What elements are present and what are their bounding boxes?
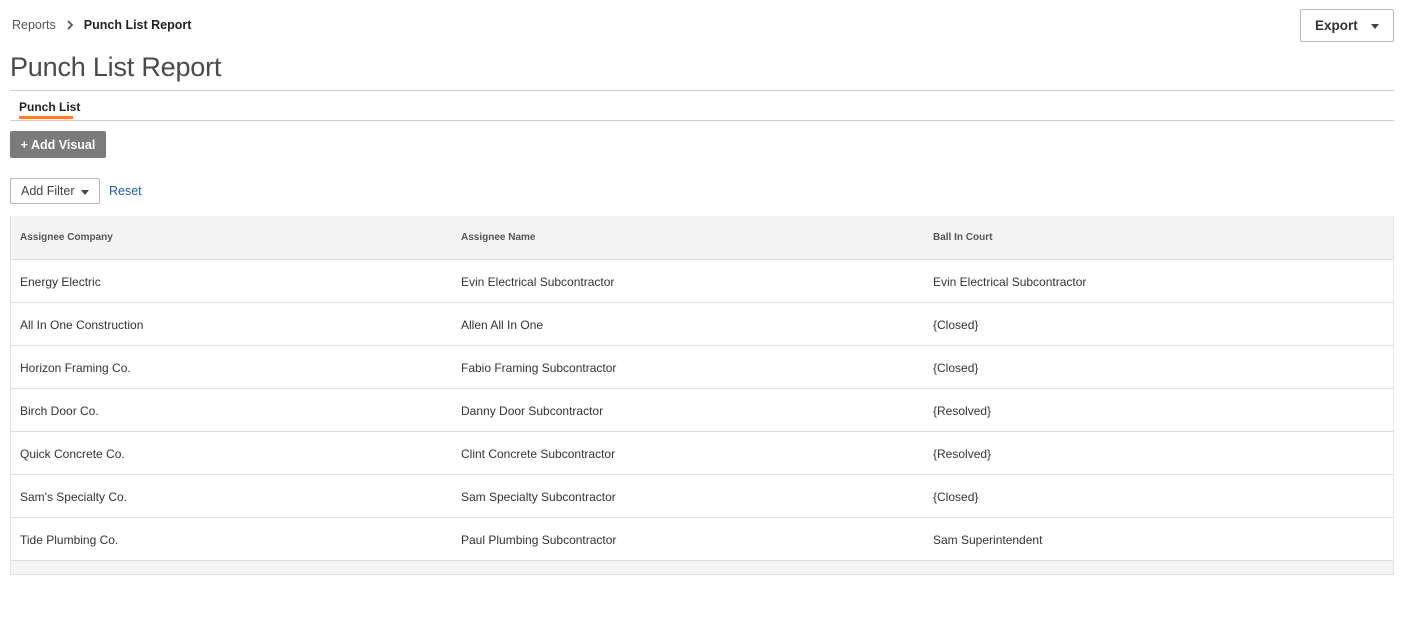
cell-assignee-name: Danny Door Subcontractor [461, 404, 604, 418]
caret-down-icon [1371, 24, 1379, 29]
table-row[interactable]: Energy Electric Evin Electrical Subcontr… [11, 260, 1393, 303]
table-row[interactable]: Sam's Specialty Co. Sam Specialty Subcon… [11, 475, 1393, 518]
table-footer [11, 561, 1393, 575]
table-row[interactable]: Tide Plumbing Co. Paul Plumbing Subcontr… [11, 518, 1393, 561]
cell-ball-in-court: {Resolved} [933, 404, 992, 418]
cell-assignee-company: Sam's Specialty Co. [20, 490, 127, 504]
table-row[interactable]: Horizon Framing Co. Fabio Framing Subcon… [11, 346, 1393, 389]
column-header-assignee-company[interactable]: Assignee Company [20, 232, 113, 243]
cell-assignee-company: Horizon Framing Co. [20, 361, 131, 375]
divider [10, 120, 1394, 121]
cell-assignee-name: Allen All In One [461, 318, 544, 332]
report-table: Assignee Company Assignee Name Ball In C… [10, 216, 1394, 575]
cell-assignee-name: Fabio Framing Subcontractor [461, 361, 617, 375]
cell-assignee-company: Energy Electric [20, 275, 101, 289]
divider [10, 90, 1394, 91]
cell-ball-in-court: {Closed} [933, 361, 979, 375]
breadcrumb-reports-link[interactable]: Reports [12, 18, 56, 32]
cell-assignee-name: Evin Electrical Subcontractor [461, 275, 615, 289]
table-row[interactable]: Quick Concrete Co. Clint Concrete Subcon… [11, 432, 1393, 475]
cell-assignee-name: Paul Plumbing Subcontractor [461, 533, 617, 547]
cell-ball-in-court: Sam Superintendent [933, 533, 1043, 547]
export-button-label: Export [1315, 18, 1358, 33]
cell-assignee-name: Sam Specialty Subcontractor [461, 490, 616, 504]
tab-punch-list[interactable]: Punch List [19, 100, 80, 114]
column-header-assignee-name[interactable]: Assignee Name [461, 232, 535, 243]
chevron-right-icon [65, 18, 75, 32]
add-visual-button[interactable]: + Add Visual [10, 131, 106, 158]
export-button[interactable]: Export [1300, 9, 1394, 42]
reset-link[interactable]: Reset [109, 184, 142, 198]
report-page: Reports Punch List Report Export Punch L… [0, 0, 1406, 644]
breadcrumb-current: Punch List Report [83, 18, 192, 32]
table-row[interactable]: Birch Door Co. Danny Door Subcontractor … [11, 389, 1393, 432]
caret-down-icon [81, 190, 89, 195]
cell-ball-in-court: {Resolved} [933, 447, 992, 461]
breadcrumb: Reports Punch List Report [12, 18, 191, 32]
cell-assignee-company: All In One Construction [20, 318, 144, 332]
cell-assignee-company: Quick Concrete Co. [20, 447, 125, 461]
page-title: Punch List Report [10, 52, 222, 82]
table-row[interactable]: All In One Construction Allen All In One… [11, 303, 1393, 346]
table-header: Assignee Company Assignee Name Ball In C… [11, 216, 1393, 260]
cell-ball-in-court: {Closed} [933, 490, 979, 504]
add-filter-dropdown[interactable]: Add Filter [10, 178, 100, 204]
cell-assignee-company: Birch Door Co. [20, 404, 99, 418]
cell-assignee-name: Clint Concrete Subcontractor [461, 447, 616, 461]
add-filter-label: Add Filter [21, 184, 75, 198]
cell-ball-in-court: Evin Electrical Subcontractor [933, 275, 1087, 289]
column-header-ball-in-court[interactable]: Ball In Court [933, 232, 992, 243]
cell-assignee-company: Tide Plumbing Co. [20, 533, 119, 547]
active-tab-indicator [19, 116, 73, 119]
cell-ball-in-court: {Closed} [933, 318, 979, 332]
